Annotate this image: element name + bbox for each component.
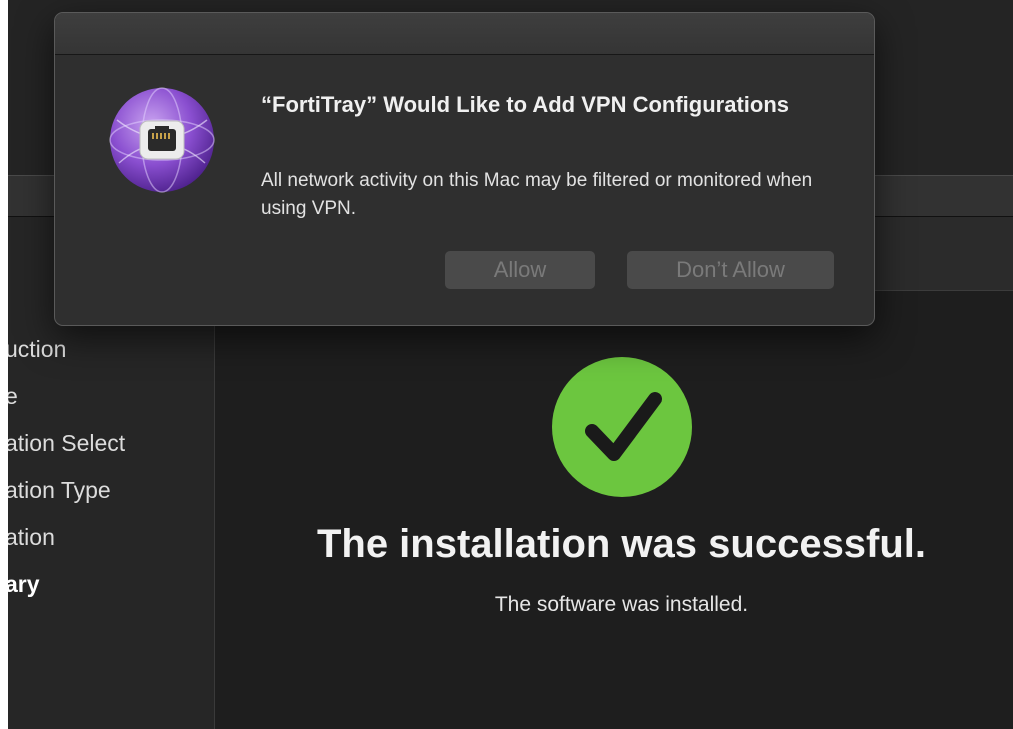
step-installation-type: ation Type <box>8 477 111 503</box>
fortitray-ethernet-icon <box>107 85 217 195</box>
success-subtitle: The software was installed. <box>494 593 749 616</box>
checkmark-icon <box>552 357 692 497</box>
dialog-titlebar <box>55 13 874 55</box>
step-introduction: uction <box>8 336 67 362</box>
dont-allow-button[interactable]: Don’t Allow <box>627 251 834 289</box>
dialog-title: “FortiTray” Would Like to Add VPN Config… <box>261 92 789 117</box>
dialog-message: All network activity on this Mac may be … <box>261 170 813 219</box>
step-destination-select: ation Select <box>8 430 126 456</box>
vpn-permission-dialog: “FortiTray” Would Like to Add VPN Config… <box>54 12 875 326</box>
success-title: The installation was successful. <box>316 522 927 566</box>
step-summary: ary <box>8 571 40 597</box>
installer-steps-list: uction e ation Select ation Type ation a… <box>8 330 125 612</box>
allow-button[interactable]: Allow <box>445 251 595 289</box>
step-installation: ation <box>8 524 55 550</box>
installer-window: uction e ation Select ation Type ation a… <box>8 0 1013 729</box>
step-license: e <box>8 383 18 409</box>
